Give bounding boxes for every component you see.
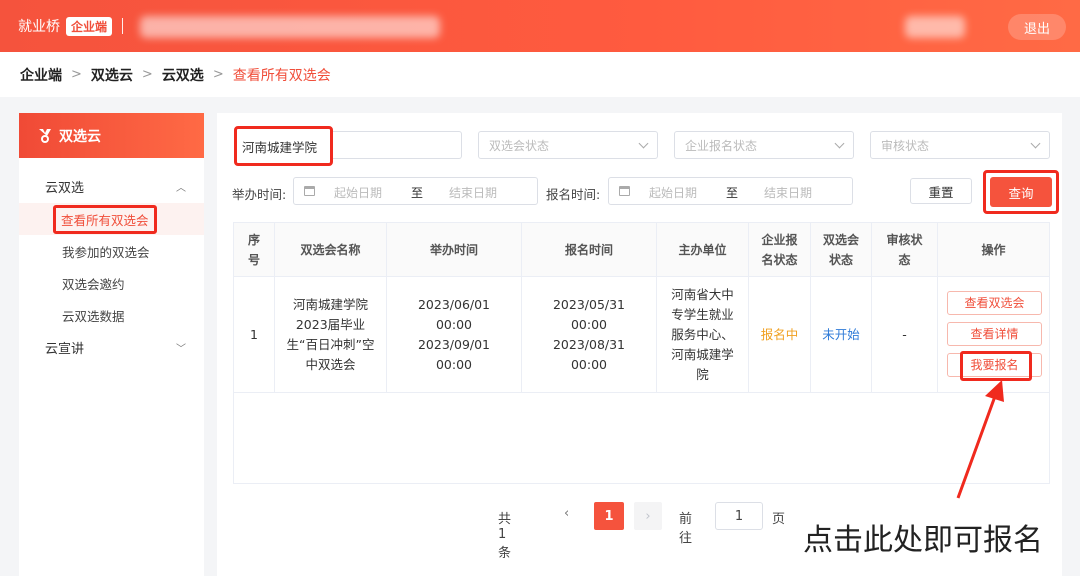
breadcrumb-current: 查看所有双选会 [232, 67, 331, 84]
header-fair-status: 双选会状态 [811, 223, 872, 277]
hold-time-range[interactable]: 起始日期 至 结束日期 [293, 177, 538, 205]
sidebar-title: 双选云 [59, 128, 101, 145]
cell-index: 1 [234, 277, 275, 393]
enroll-button-highlight [960, 351, 1032, 381]
brand-name: 就业桥 [18, 19, 60, 35]
breadcrumb-item[interactable]: 双选云 [91, 65, 133, 85]
enroll-status-placeholder: 企业报名状态 [685, 138, 758, 153]
header-organizer: 主办单位 [657, 223, 749, 277]
sidebar-group-cloud-fair[interactable]: 云双选 ︿ [19, 170, 204, 203]
sidebar-item-my-fairs[interactable]: 我参加的双选会 [19, 235, 204, 267]
chevron-down-icon: ﹀ [176, 344, 186, 355]
sidebar-item-all-fairs[interactable]: 查看所有双选会 [19, 203, 204, 235]
school-input[interactable]: 河南城建学院 [234, 126, 333, 166]
reset-button[interactable]: 重置 [910, 178, 972, 204]
top-bar: 就业桥 企业端 退出 [0, 0, 1080, 52]
blurred-company-name [140, 16, 440, 38]
sidebar-header: 双选云 [19, 113, 204, 158]
chevron-left-icon[interactable]: ‹ [564, 506, 569, 521]
brand-badge: 企业端 [66, 16, 113, 36]
chevron-up-icon: ︿ [176, 183, 186, 194]
chevron-down-icon [1030, 138, 1041, 149]
annotation-caption: 点击此处即可报名 [803, 523, 1043, 558]
fair-table: 序号 双选会名称 举办时间 报名时间 主办单位 企业报名状态 双选会状态 审核状… [233, 222, 1050, 484]
hold-end-placeholder: 结束日期 [449, 186, 498, 200]
sidebar-group-label: 云宣讲 [45, 342, 85, 357]
brand-divider [122, 18, 124, 34]
page-number-current[interactable]: 1 [594, 502, 624, 530]
logout-button[interactable]: 退出 [1008, 14, 1066, 40]
sidebar-item-label: 我参加的双选会 [62, 244, 150, 260]
range-separator: 至 [411, 186, 424, 200]
cell-actions: 查看双选会 查看详情 我要报名 [938, 277, 1049, 393]
sidebar-item-label: 云双选数据 [62, 308, 125, 324]
breadcrumb: 企业端 > 双选云 > 云双选 > 查看所有双选会 [0, 52, 1080, 97]
calendar-icon [619, 186, 630, 196]
sidebar-item-fair-data[interactable]: 云双选数据 [19, 299, 204, 331]
sidebar-item-label: 双选会邀约 [62, 276, 125, 292]
fair-status-select[interactable]: 双选会状态 [478, 131, 658, 159]
page-unit-label: 页 [772, 512, 786, 527]
hold-start-placeholder: 起始日期 [334, 186, 383, 200]
enroll-end-placeholder: 结束日期 [764, 186, 813, 200]
view-details-button[interactable]: 查看详情 [947, 322, 1042, 346]
annotation-arrow-icon [956, 380, 1004, 499]
header-index: 序号 [234, 223, 275, 277]
main-panel: 河南城建学院 双选会状态 企业报名状态 审核状态 举办时间: 起始日期 至 结束… [217, 113, 1062, 576]
cell-audit-status: - [872, 277, 938, 393]
query-button-highlight: 查询 [983, 170, 1059, 214]
goto-label: 前往 [679, 512, 693, 546]
enroll-time-label: 报名时间: [546, 187, 601, 202]
cell-organizer: 河南省大中专学生就业服务中心、河南城建学院 [657, 277, 749, 393]
table-row: 1 河南城建学院2023届毕业生“百日冲刺”空中双选会 2023/06/01 0… [234, 277, 1049, 393]
breadcrumb-item[interactable]: 云双选 [162, 65, 204, 85]
breadcrumb-item[interactable]: 企业端 [20, 65, 62, 85]
enroll-time-range[interactable]: 起始日期 至 结束日期 [608, 177, 853, 205]
cell-enroll-status: 报名中 [749, 277, 811, 393]
sidebar-item-label: 查看所有双选会 [53, 204, 157, 234]
header-hold-time: 举办时间 [387, 223, 522, 277]
pagination-total: 共 1 条 [498, 512, 512, 561]
cell-name: 河南城建学院2023届毕业生“百日冲刺”空中双选会 [275, 277, 387, 393]
table-header: 序号 双选会名称 举办时间 报名时间 主办单位 企业报名状态 双选会状态 审核状… [234, 223, 1049, 277]
fair-status-placeholder: 双选会状态 [489, 138, 550, 153]
chevron-right-icon: > [212, 67, 224, 82]
chevron-down-icon [834, 138, 845, 149]
sidebar-item-invitations[interactable]: 双选会邀约 [19, 267, 204, 299]
goto-page-input[interactable]: 1 [715, 502, 763, 530]
header-enroll-time: 报名时间 [522, 223, 657, 277]
sidebar-group-label: 云双选 [45, 181, 85, 196]
sidebar: 双选云 云双选 ︿ 查看所有双选会 我参加的双选会 双选会邀约 云双选数据 云宣… [19, 113, 204, 576]
header-actions: 操作 [981, 243, 1006, 257]
audit-status-placeholder: 审核状态 [881, 138, 930, 153]
cell-hold-time: 2023/06/01 00:00 2023/09/01 00:00 [387, 277, 522, 393]
query-button[interactable]: 查询 [990, 177, 1052, 207]
chevron-right-icon[interactable]: › [634, 502, 662, 530]
header-enroll-status: 企业报名状态 [749, 223, 811, 277]
chevron-right-icon: > [141, 67, 153, 82]
calendar-icon [304, 186, 315, 196]
cell-enroll-time: 2023/05/31 00:00 2023/08/31 00:00 [522, 277, 657, 393]
sidebar-group-cloud-talk[interactable]: 云宣讲 ﹀ [19, 331, 204, 364]
medal-icon [39, 128, 51, 143]
enroll-start-placeholder: 起始日期 [649, 186, 698, 200]
enroll-status-select[interactable]: 企业报名状态 [674, 131, 854, 159]
view-fair-button[interactable]: 查看双选会 [947, 291, 1042, 315]
chevron-down-icon [638, 138, 649, 149]
header-audit-status: 审核状态 [872, 223, 938, 277]
school-input-value: 河南城建学院 [242, 139, 318, 155]
blurred-user-avatar [905, 16, 965, 38]
cell-fair-status: 未开始 [811, 277, 872, 393]
school-input-tail[interactable] [333, 131, 462, 159]
audit-status-select[interactable]: 审核状态 [870, 131, 1050, 159]
header-name: 双选会名称 [275, 223, 387, 277]
range-separator: 至 [726, 186, 739, 200]
hold-time-label: 举办时间: [232, 187, 287, 202]
chevron-right-icon: > [71, 67, 82, 82]
